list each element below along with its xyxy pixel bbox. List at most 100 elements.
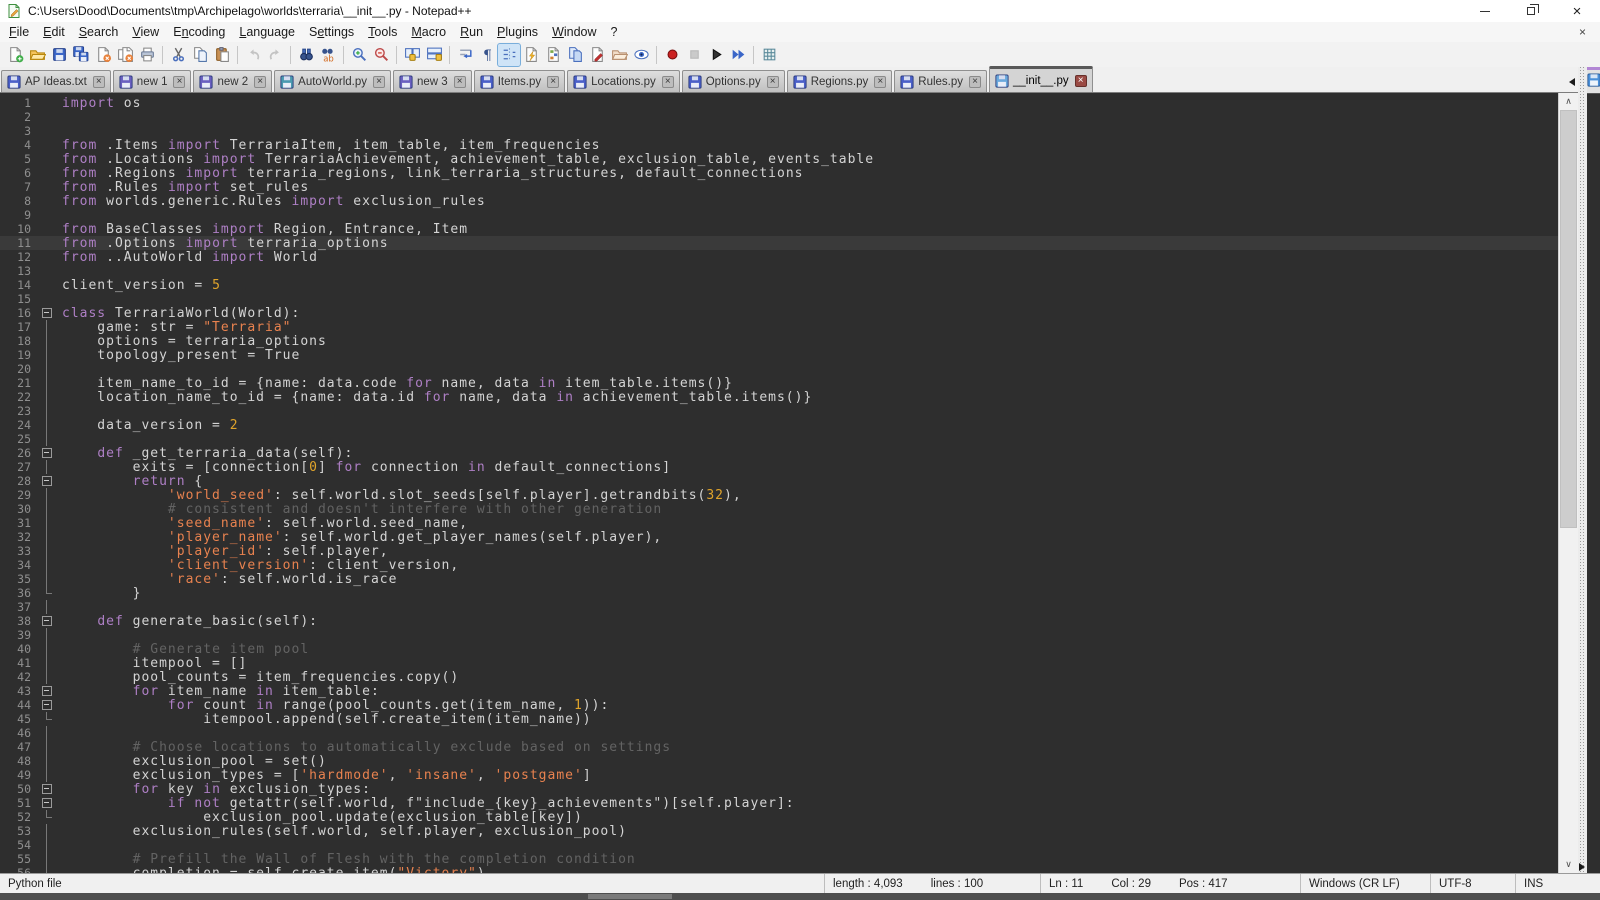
scroll-up-arrow[interactable]: ∧ bbox=[1559, 93, 1578, 110]
zoom-in-icon[interactable] bbox=[348, 44, 370, 66]
macro-save-icon[interactable] bbox=[758, 44, 780, 66]
line-number[interactable]: 29 bbox=[0, 488, 40, 502]
line-number[interactable]: 4 bbox=[0, 138, 40, 152]
line-number[interactable]: 49 bbox=[0, 768, 40, 782]
tab-new-3[interactable]: new 3× bbox=[393, 70, 472, 92]
code-editor[interactable]: 1import os234from .Items import Terraria… bbox=[0, 93, 1558, 873]
second-view-tab[interactable] bbox=[1587, 67, 1600, 93]
line-number[interactable]: 38 bbox=[0, 614, 40, 628]
line-number[interactable]: 32 bbox=[0, 530, 40, 544]
line-number[interactable]: 20 bbox=[0, 362, 40, 376]
document-edit-icon[interactable] bbox=[586, 44, 608, 66]
tab-close-icon[interactable]: × bbox=[93, 76, 105, 88]
line-number[interactable]: 30 bbox=[0, 502, 40, 516]
line-number[interactable]: 33 bbox=[0, 544, 40, 558]
sync-vertical-icon[interactable] bbox=[401, 44, 423, 66]
tab-options-py[interactable]: Options.py× bbox=[682, 70, 785, 92]
menu-item-encoding[interactable]: Encoding bbox=[166, 23, 232, 41]
line-number[interactable]: 44 bbox=[0, 698, 40, 712]
menu-item-tools[interactable]: Tools bbox=[361, 23, 404, 41]
line-number[interactable]: 23 bbox=[0, 404, 40, 418]
monitoring-icon[interactable] bbox=[630, 44, 652, 66]
line-number[interactable]: 46 bbox=[0, 726, 40, 740]
line-number[interactable]: 34 bbox=[0, 558, 40, 572]
line-number[interactable]: 2 bbox=[0, 110, 40, 124]
fold-collapse-icon[interactable] bbox=[40, 684, 54, 698]
tab-close-icon[interactable]: × bbox=[662, 76, 674, 88]
line-number[interactable]: 47 bbox=[0, 740, 40, 754]
fold-collapse-icon[interactable] bbox=[40, 796, 54, 810]
tab-close-icon[interactable]: × bbox=[373, 76, 385, 88]
menu-item-settings[interactable]: Settings bbox=[302, 23, 361, 41]
sync-horizontal-icon[interactable] bbox=[423, 44, 445, 66]
line-number[interactable]: 40 bbox=[0, 642, 40, 656]
line-number[interactable]: 13 bbox=[0, 264, 40, 278]
macro-run-multiple-icon[interactable] bbox=[727, 44, 749, 66]
tab-locations-py[interactable]: Locations.py× bbox=[567, 70, 680, 92]
cut-icon[interactable] bbox=[167, 44, 189, 66]
line-number[interactable]: 10 bbox=[0, 222, 40, 236]
scroll-down-arrow[interactable]: ∨ bbox=[1559, 856, 1578, 873]
line-number[interactable]: 17 bbox=[0, 320, 40, 334]
line-number[interactable]: 16 bbox=[0, 306, 40, 320]
line-number[interactable]: 21 bbox=[0, 376, 40, 390]
close-file-icon[interactable] bbox=[92, 44, 114, 66]
tab-close-icon[interactable]: × bbox=[254, 76, 266, 88]
line-number[interactable]: 1 bbox=[0, 96, 40, 110]
new-file-icon[interactable] bbox=[4, 44, 26, 66]
tab-close-icon[interactable]: × bbox=[173, 76, 185, 88]
define-your-language-icon[interactable] bbox=[520, 44, 542, 66]
line-number[interactable]: 48 bbox=[0, 754, 40, 768]
view-splitter[interactable] bbox=[1578, 67, 1587, 873]
save-all-icon[interactable] bbox=[70, 44, 92, 66]
tab-items-py[interactable]: Items.py× bbox=[474, 70, 565, 92]
tab-scroll-left-arrow[interactable] bbox=[1569, 78, 1575, 86]
line-number[interactable]: 25 bbox=[0, 432, 40, 446]
line-number[interactable]: 50 bbox=[0, 782, 40, 796]
line-number[interactable]: 52 bbox=[0, 810, 40, 824]
line-number[interactable]: 41 bbox=[0, 656, 40, 670]
close-all-icon[interactable] bbox=[114, 44, 136, 66]
menu-item-window[interactable]: Window bbox=[545, 23, 603, 41]
line-number[interactable]: 51 bbox=[0, 796, 40, 810]
status-encoding[interactable]: UTF-8 bbox=[1430, 874, 1515, 893]
vertical-scrollbar[interactable]: ∧ ∨ bbox=[1558, 93, 1578, 873]
line-number[interactable]: 45 bbox=[0, 712, 40, 726]
menu-item-language[interactable]: Language bbox=[232, 23, 302, 41]
menu-item-edit[interactable]: Edit bbox=[36, 23, 72, 41]
line-number[interactable]: 27 bbox=[0, 460, 40, 474]
line-number[interactable]: 18 bbox=[0, 334, 40, 348]
menu-item-search[interactable]: Search bbox=[72, 23, 126, 41]
tab-new-1[interactable]: new 1× bbox=[113, 70, 192, 92]
line-number[interactable]: 22 bbox=[0, 390, 40, 404]
tab-rules-py[interactable]: Rules.py× bbox=[894, 70, 987, 92]
print-icon[interactable] bbox=[136, 44, 158, 66]
folder-as-workspace-icon[interactable] bbox=[608, 44, 630, 66]
tab-ap-ideas-txt[interactable]: AP Ideas.txt× bbox=[1, 70, 111, 92]
tab-close-icon[interactable]: × bbox=[1075, 75, 1087, 87]
line-number[interactable]: 42 bbox=[0, 670, 40, 684]
status-insert-mode[interactable]: INS bbox=[1515, 874, 1600, 893]
close-button[interactable]: × bbox=[1554, 0, 1600, 22]
copy-icon[interactable] bbox=[189, 44, 211, 66]
menu-item-run[interactable]: Run bbox=[453, 23, 490, 41]
fold-collapse-icon[interactable] bbox=[40, 474, 54, 488]
close-document-button[interactable]: × bbox=[1575, 25, 1590, 39]
line-number[interactable]: 31 bbox=[0, 516, 40, 530]
macro-record-icon[interactable] bbox=[661, 44, 683, 66]
find-icon[interactable] bbox=[295, 44, 317, 66]
line-number[interactable]: 36 bbox=[0, 586, 40, 600]
show-all-characters-icon[interactable]: ¶ bbox=[476, 44, 498, 66]
menu-item-view[interactable]: View bbox=[125, 23, 166, 41]
fold-collapse-icon[interactable] bbox=[40, 614, 54, 628]
line-number[interactable]: 56 bbox=[0, 866, 40, 873]
line-number[interactable]: 43 bbox=[0, 684, 40, 698]
tab-close-icon[interactable]: × bbox=[969, 76, 981, 88]
fold-collapse-icon[interactable] bbox=[40, 306, 54, 320]
tab-close-icon[interactable]: × bbox=[547, 76, 559, 88]
line-number[interactable]: 9 bbox=[0, 208, 40, 222]
save-file-icon[interactable] bbox=[48, 44, 70, 66]
tab-close-icon[interactable]: × bbox=[454, 76, 466, 88]
line-number[interactable]: 35 bbox=[0, 572, 40, 586]
fold-collapse-icon[interactable] bbox=[40, 446, 54, 460]
